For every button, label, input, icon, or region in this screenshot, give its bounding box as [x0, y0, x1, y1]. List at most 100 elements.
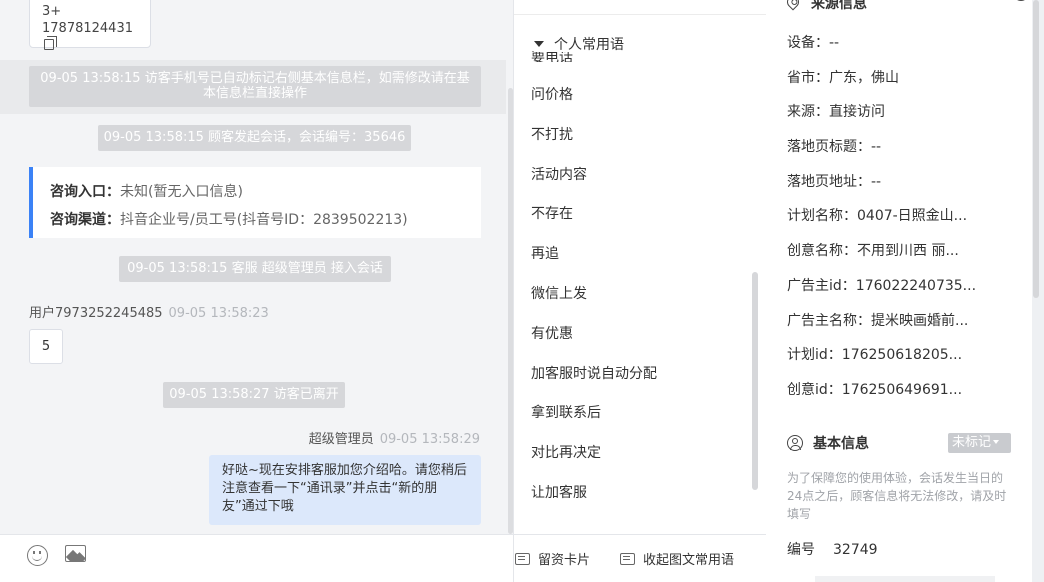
info-scrollbar[interactable]	[1033, 0, 1039, 298]
info-row: 广告主id：176022240735...	[787, 277, 976, 312]
info-value: 176022240735...	[855, 277, 977, 294]
info-value: --	[871, 173, 882, 190]
phrase-item[interactable]: 加客服时说自动分配	[531, 364, 657, 404]
phrase-footer: 留资卡片 收起图文常用语	[514, 534, 766, 582]
info-row: 设备：--	[787, 34, 976, 69]
lead-card-button[interactable]: 留资卡片	[515, 549, 590, 568]
divider	[514, 14, 766, 15]
source-info-header: 来源信息	[784, 0, 1029, 13]
phrase-item[interactable]: 拿到联系后	[531, 403, 657, 443]
next-field-stub	[815, 576, 995, 582]
basic-info-header: 基本信息	[787, 433, 869, 453]
info-key: 计划名称：	[787, 208, 857, 225]
phrase-group-toggle[interactable]: 个人常用语	[534, 34, 754, 53]
user-circle-icon	[787, 435, 803, 451]
info-row: 省市：广东，佛山	[787, 69, 976, 104]
phrase-item[interactable]: 微信上发	[531, 284, 657, 324]
message-time: 09-05 13:58:23	[168, 306, 269, 321]
phone-card: 3+ 17878124431	[29, 0, 151, 50]
customer-info-panel: 来源信息 设备：-- 省市：广东，佛山 来源：直接访问 落地页标题：-- 落地页…	[766, 0, 1032, 582]
info-key: 广告主id：	[787, 277, 856, 294]
phrase-item[interactable]: 活动内容	[531, 165, 657, 205]
info-value: 直接访问	[829, 104, 885, 121]
info-key: 计划id：	[787, 347, 842, 364]
basic-info-title: 基本信息	[813, 436, 869, 452]
phrase-group-label: 个人常用语	[554, 37, 624, 53]
phrase-item[interactable]: 再追	[531, 244, 657, 284]
info-value: 176250649691...	[841, 381, 963, 398]
info-row: 落地页标题：--	[787, 138, 976, 173]
system-message: 09-05 13:58:15 顾客发起会话，会话编号：35646	[98, 125, 411, 151]
info-key: 落地页地址：	[787, 173, 871, 190]
phone-number: 17878124431	[42, 21, 133, 36]
collapse-phrases-button[interactable]: 收起图文常用语	[620, 549, 734, 568]
card-icon	[620, 553, 635, 565]
phrase-item[interactable]: 让加客服	[531, 483, 657, 523]
source-info-title: 来源信息	[811, 0, 867, 12]
consult-entry-label: 咨询入口：	[50, 184, 120, 200]
system-message: 09-05 13:58:15 客服 超级管理员 接入会话	[119, 256, 391, 282]
chat-toolbar	[0, 534, 513, 582]
emoji-icon[interactable]	[27, 545, 48, 566]
info-value: 不用到川西 丽...	[857, 243, 959, 260]
phrase-scrollbar[interactable]	[752, 272, 758, 490]
info-value: 广东，佛山	[829, 69, 899, 86]
consult-entry-value: 未知(暂无入口信息)	[120, 184, 243, 200]
info-value: --	[829, 35, 840, 51]
phrase-item[interactable]: 对比再决定	[531, 443, 657, 483]
consult-info-card: 咨询入口：未知(暂无入口信息) 咨询渠道：抖音企业号/员工号(抖音号ID：283…	[29, 167, 481, 238]
collapse-phrases-label: 收起图文常用语	[643, 553, 735, 568]
edit-notice: 为了保障您的使用体验，会话发生当日的24点之后，顾客信息将无法修改，请及时填写	[787, 471, 1007, 521]
info-key: 创意名称：	[787, 243, 857, 260]
edit-icon[interactable]	[1013, 0, 1029, 1]
info-key: 落地页标题：	[787, 139, 871, 156]
system-message: 09-05 13:58:15 访客手机号已自动标记右侧基本信息栏，如需修改请在基…	[29, 66, 481, 107]
phrase-item[interactable]: 问价格	[531, 85, 657, 125]
info-value: 0407-日照金山...	[857, 208, 968, 225]
info-key: 来源：	[787, 104, 829, 121]
info-key: 设备：	[787, 35, 829, 51]
source-info-list: 设备：-- 省市：广东，佛山 来源：直接访问 落地页标题：-- 落地页地址：--…	[787, 34, 976, 416]
info-row: 计划id：176250618205...	[787, 346, 976, 381]
phrase-item[interactable]: 有优惠	[531, 324, 657, 364]
user-message-bubble: 5	[29, 329, 63, 364]
info-key: 创意id：	[787, 381, 842, 398]
tag-dropdown[interactable]: 未标记	[948, 433, 1011, 453]
chat-scrollbar[interactable]	[508, 88, 513, 534]
info-value: --	[871, 139, 882, 156]
info-value: 提米映画婚前...	[871, 312, 969, 329]
system-message: 09-05 13:58:27 访客已离开	[163, 382, 345, 408]
agent-message-bubble: 好哒~现在安排客服加您介绍哈。请您稍后注意查看一下“通讯录”并点击“新的朋友”通…	[209, 455, 481, 525]
info-key: 广告主名称：	[787, 312, 871, 329]
quick-phrases-panel: 要电话 个人常用语 问价格 不打扰 活动内容 不存在 再追 微信上发 有优惠 加…	[514, 0, 766, 582]
customer-id-label: 编号	[787, 542, 815, 558]
phrase-item[interactable]: 不存在	[531, 204, 657, 244]
agent-message-header: 超级管理员 09-05 13:58:29	[309, 428, 480, 447]
info-key: 省市：	[787, 69, 829, 86]
copy-icon[interactable]	[44, 36, 57, 50]
user-message-header: 用户7973252245485 09-05 13:58:23	[29, 302, 269, 321]
info-row: 广告主名称：提米映画婚前...	[787, 312, 976, 347]
consult-channel-value: 抖音企业号/员工号(抖音号ID：2839502213)	[120, 212, 408, 228]
customer-id-row: 编号 32749	[787, 539, 878, 559]
message-time: 09-05 13:58:29	[379, 432, 480, 447]
info-value: 176250618205...	[841, 347, 963, 364]
location-icon	[784, 0, 802, 11]
caret-down-icon	[993, 440, 1000, 444]
image-icon[interactable]	[65, 545, 86, 562]
phrase-item[interactable]: 不打扰	[531, 125, 657, 165]
tag-label: 未标记	[952, 435, 992, 450]
consult-channel-label: 咨询渠道：	[50, 212, 120, 228]
info-row: 创意名称：不用到川西 丽...	[787, 242, 976, 277]
agent-name: 超级管理员	[308, 432, 374, 447]
info-row: 创意id：176250649691...	[787, 381, 976, 416]
info-row: 计划名称：0407-日照金山...	[787, 207, 976, 242]
card-icon	[515, 553, 530, 565]
customer-id-value: 32749	[833, 542, 878, 558]
info-row: 落地页地址：--	[787, 173, 976, 208]
chat-panel: 3+ 17878124431 09-05 13:58:15 访客手机号已自动标记…	[0, 0, 514, 582]
phone-prefix: 3+	[42, 4, 62, 19]
caret-down-icon	[534, 41, 544, 47]
lead-card-label: 留资卡片	[538, 553, 591, 568]
user-name: 用户7973252245485	[29, 306, 163, 321]
